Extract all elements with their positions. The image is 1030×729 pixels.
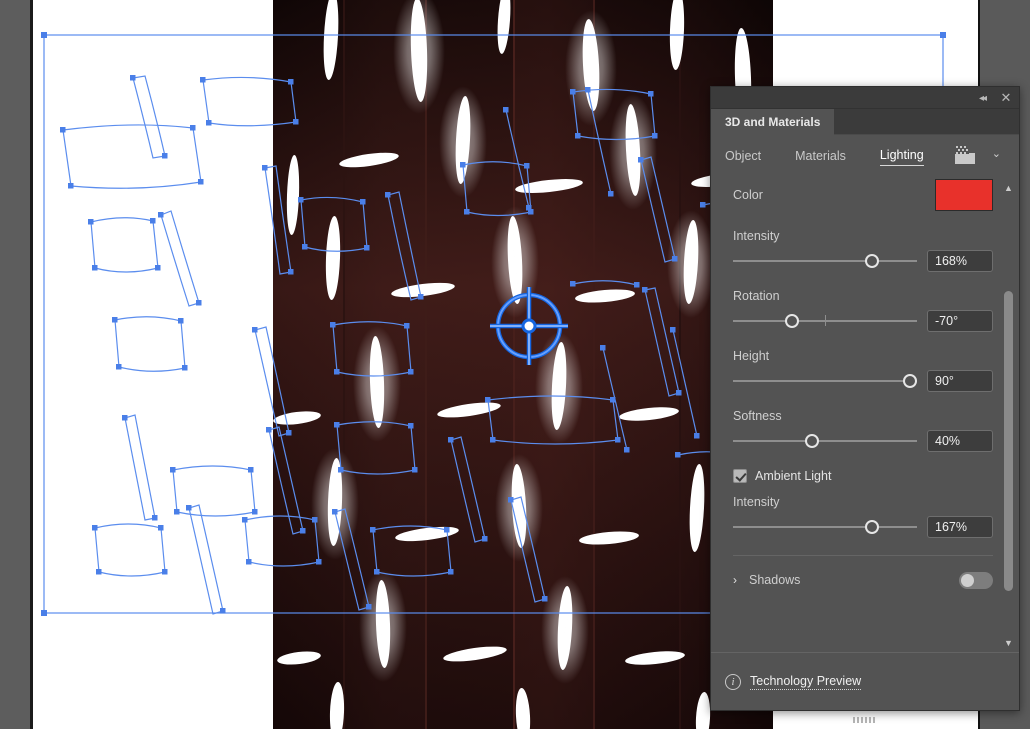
scroll-down-icon[interactable]: ▼ [1002, 636, 1015, 650]
close-panel-icon[interactable]: ✕ [995, 87, 1017, 109]
lighting-section-tabs: Object Materials Lighting ⌄ [711, 135, 1019, 177]
chevron-right-icon[interactable]: › [733, 573, 749, 587]
intensity-value-field[interactable]: 168% [927, 250, 993, 272]
lighting-controls: Color Intensity 168% Rotation -70° Heigh… [711, 178, 1019, 652]
softness-value-field[interactable]: 40% [927, 430, 993, 452]
panel-tabstrip: 3D and Materials [711, 109, 1019, 135]
panel-resize-grip[interactable] [851, 711, 879, 723]
rotation-row: Rotation -70° [733, 289, 993, 332]
ambient-light-label[interactable]: Ambient Light [755, 469, 831, 483]
slider-knob[interactable] [865, 520, 880, 534]
shadows-label[interactable]: Shadows [749, 573, 959, 587]
scroll-up-icon[interactable]: ▲ [1002, 181, 1015, 195]
rotation-label: Rotation [733, 289, 780, 303]
color-label: Color [733, 188, 763, 202]
slider-track [733, 380, 917, 382]
slider-knob[interactable] [784, 314, 799, 328]
info-icon[interactable]: i [725, 673, 741, 690]
intensity-row: Intensity 168% [733, 229, 993, 272]
technology-preview-link[interactable]: Technology Preview [750, 674, 862, 690]
softness-row: Softness 40% [733, 409, 993, 452]
light-position-gizmo[interactable] [488, 285, 570, 367]
shadows-row[interactable]: › Shadows [733, 560, 993, 600]
slider-track [733, 260, 917, 262]
slider-knob[interactable] [903, 374, 917, 388]
softness-slider[interactable] [733, 432, 917, 450]
panel-tab-3d-and-materials[interactable]: 3D and Materials [711, 109, 835, 135]
slider-center-tick [825, 315, 826, 326]
section-divider [733, 555, 993, 556]
slider-knob[interactable] [865, 254, 880, 268]
collapse-panel-icon[interactable]: ◂◂ [971, 87, 993, 109]
toolbar-edge [0, 0, 30, 729]
panel-footer: i Technology Preview [711, 652, 1019, 710]
tab-object[interactable]: Object [725, 147, 761, 166]
slider-track [733, 440, 917, 442]
panel-titlebar: ◂◂ ✕ [711, 87, 1019, 109]
rotation-value-field[interactable]: -70° [927, 310, 993, 332]
rotation-slider[interactable] [733, 312, 917, 330]
lighting-preset-thumbnail-icon[interactable] [953, 144, 977, 166]
tab-materials[interactable]: Materials [795, 147, 846, 166]
intensity-label: Intensity [733, 229, 780, 243]
color-row: Color [733, 178, 993, 212]
tab-lighting[interactable]: Lighting [879, 146, 924, 166]
height-label: Height [733, 349, 770, 363]
illustrator-window: ◂◂ ✕ 3D and Materials Object Materials L… [0, 0, 1030, 729]
slider-track [733, 526, 917, 528]
ambient-intensity-label: Intensity [733, 495, 780, 509]
softness-label: Softness [733, 409, 782, 423]
height-slider[interactable] [733, 372, 917, 390]
intensity-slider[interactable] [733, 252, 917, 270]
scrollbar-thumb[interactable] [1004, 291, 1013, 591]
chevron-down-icon[interactable]: ⌄ [992, 147, 1001, 160]
shadows-toggle[interactable] [959, 571, 993, 589]
slider-knob[interactable] [804, 434, 819, 448]
height-value-field[interactable]: 90° [927, 370, 993, 392]
light-color-swatch[interactable] [935, 179, 993, 211]
panel-scrollbar[interactable]: ▲ ▼ [1002, 181, 1015, 650]
ambient-intensity-row: Intensity 167% [733, 495, 993, 538]
height-row: Height 90° [733, 349, 993, 392]
3d-and-materials-panel: ◂◂ ✕ 3D and Materials Object Materials L… [710, 86, 1020, 723]
ambient-light-checkbox[interactable] [733, 469, 747, 483]
ambient-intensity-value-field[interactable]: 167% [927, 516, 993, 538]
ambient-intensity-slider[interactable] [733, 518, 917, 536]
ambient-light-row[interactable]: Ambient Light [733, 469, 993, 483]
